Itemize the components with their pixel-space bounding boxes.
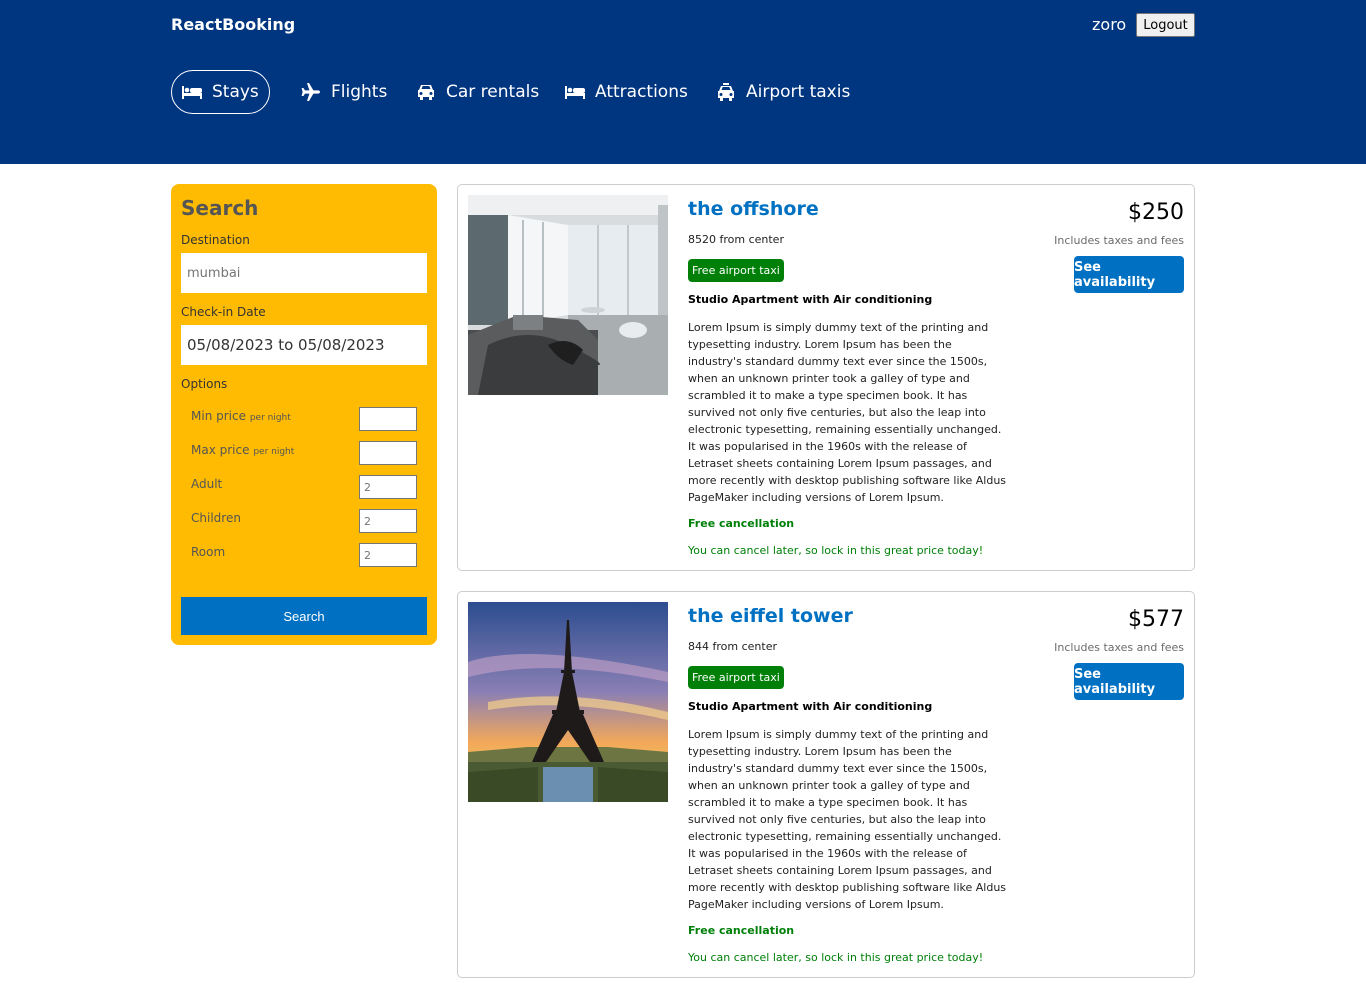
username: zoro bbox=[1092, 15, 1127, 34]
children-input[interactable]: 2 bbox=[359, 509, 417, 533]
tax-note: Includes taxes and fees bbox=[1054, 234, 1184, 247]
tax-note: Includes taxes and fees bbox=[1054, 641, 1184, 654]
nav-car-rentals[interactable]: Car rentals bbox=[416, 70, 539, 114]
cancellation-note: You can cancel later, so lock in this gr… bbox=[688, 951, 984, 964]
adult-input[interactable]: 2 bbox=[359, 475, 417, 499]
search-button[interactable]: Search bbox=[181, 597, 427, 635]
search-panel: Search Destination mumbai Check-in Date … bbox=[171, 184, 437, 645]
max-price-label: Max price per night bbox=[191, 443, 295, 457]
hotel-title[interactable]: the offshore bbox=[688, 197, 819, 221]
hotel-subtitle: Studio Apartment with Air conditioning bbox=[688, 293, 933, 306]
result-card: the offshore 8520 from center Free airpo… bbox=[457, 184, 1195, 571]
room-label: Room bbox=[191, 545, 226, 559]
free-cancellation: Free cancellation bbox=[688, 517, 795, 530]
nav-flights[interactable]: Flights bbox=[301, 70, 387, 114]
bedroom-photo bbox=[468, 195, 668, 395]
hotel-title[interactable]: the eiffel tower bbox=[688, 604, 853, 628]
free-cancellation: Free cancellation bbox=[688, 924, 795, 937]
destination-input[interactable]: mumbai bbox=[181, 253, 427, 293]
nav-label: Stays bbox=[212, 82, 259, 102]
hotel-description: Lorem Ipsum is simply dummy text of the … bbox=[688, 321, 1007, 504]
see-availability-button[interactable]: See availability bbox=[1074, 663, 1184, 700]
adult-label: Adult bbox=[191, 477, 223, 491]
hotel-distance: 8520 from center bbox=[688, 233, 784, 246]
min-price-input[interactable] bbox=[359, 407, 417, 431]
hotel-subtitle: Studio Apartment with Air conditioning bbox=[688, 700, 933, 713]
bed-icon bbox=[565, 86, 585, 99]
see-availability-button[interactable]: See availability bbox=[1074, 256, 1184, 293]
top-header: ReactBooking zoro Logout Stays Flights C… bbox=[0, 0, 1366, 164]
brand-logo[interactable]: ReactBooking bbox=[171, 14, 295, 36]
nav-stays[interactable]: Stays bbox=[171, 70, 270, 114]
result-card: the eiffel tower 844 from center Free ai… bbox=[457, 591, 1195, 978]
bed-icon bbox=[182, 86, 202, 99]
children-label: Children bbox=[191, 511, 241, 525]
nav-label: Flights bbox=[331, 82, 388, 102]
destination-label: Destination bbox=[181, 233, 250, 247]
nav-label: Car rentals bbox=[446, 82, 540, 102]
nav-label: Airport taxis bbox=[746, 82, 851, 102]
options-label: Options bbox=[181, 377, 228, 391]
nav-attractions[interactable]: Attractions bbox=[565, 70, 688, 114]
eiffel-tower-photo bbox=[468, 602, 668, 802]
room-input[interactable]: 2 bbox=[359, 543, 417, 567]
nav-label: Attractions bbox=[595, 82, 688, 102]
taxi-badge: Free airport taxi bbox=[688, 666, 784, 689]
min-price-label: Min price per night bbox=[191, 409, 291, 423]
car-icon bbox=[418, 85, 434, 100]
hotel-price: $250 bbox=[1128, 200, 1184, 225]
hotel-image[interactable] bbox=[468, 195, 668, 395]
hotel-distance: 844 from center bbox=[688, 640, 777, 653]
max-price-input[interactable] bbox=[359, 441, 417, 465]
hotel-description: Lorem Ipsum is simply dummy text of the … bbox=[688, 728, 1007, 911]
hotel-price: $577 bbox=[1128, 607, 1184, 632]
nav-airport-taxis[interactable]: Airport taxis bbox=[716, 70, 850, 114]
plane-icon bbox=[301, 83, 320, 101]
taxi-badge: Free airport taxi bbox=[688, 259, 784, 282]
search-title: Search bbox=[181, 196, 259, 220]
logout-button[interactable]: Logout bbox=[1136, 13, 1195, 37]
cancellation-note: You can cancel later, so lock in this gr… bbox=[688, 544, 984, 557]
taxi-icon bbox=[718, 83, 734, 101]
checkin-date-input[interactable]: 05/08/2023 to 05/08/2023 bbox=[181, 325, 427, 365]
hotel-image[interactable] bbox=[468, 602, 668, 802]
checkin-label: Check-in Date bbox=[181, 305, 266, 319]
